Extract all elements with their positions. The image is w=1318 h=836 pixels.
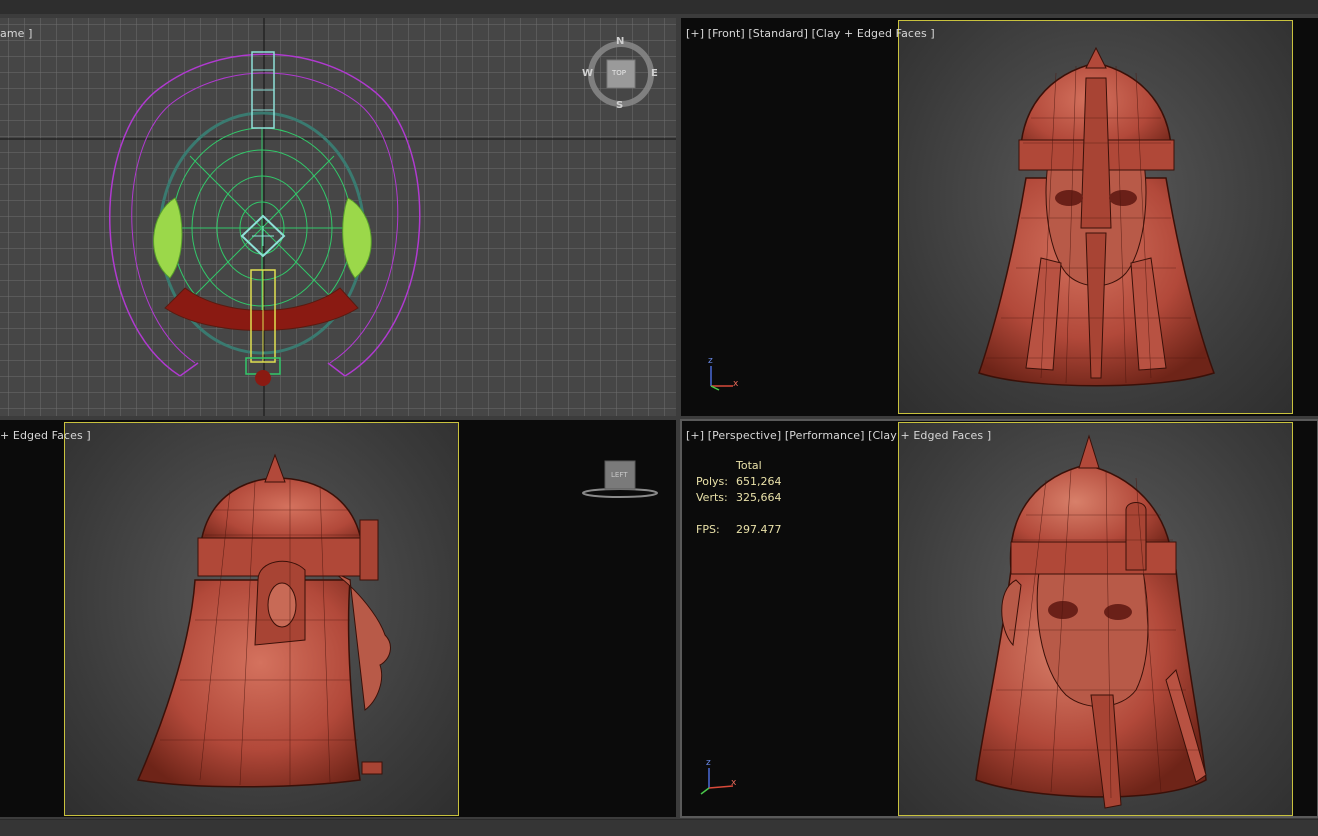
compass-e[interactable]: E (651, 68, 658, 79)
statistics-overlay: Total Polys: 651,264 Verts: 325,664 FPS: 29… (696, 458, 782, 538)
viewport-top[interactable]: ame ] N S E W TOP (0, 18, 676, 416)
viewport-front-label[interactable]: [+] [Front] [Standard] [Clay + Edged Fac… (686, 27, 935, 40)
viewcube-face-top[interactable]: TOP (612, 69, 626, 77)
viewport-left-label[interactable]: + Edged Faces ] (0, 429, 91, 442)
persp-axis-x: x (731, 778, 737, 788)
left-safe-frame (64, 422, 459, 816)
fps-label: FPS: (696, 523, 720, 536)
viewport-perspective-label[interactable]: [+] [Perspective] [Performance] [Clay + … (686, 429, 991, 442)
compass-n[interactable]: N (616, 36, 624, 47)
viewcube-face-left[interactable]: LEFT (611, 471, 628, 479)
stats-header: Total (736, 459, 762, 472)
axis-tripod-perspective (700, 768, 734, 795)
bottom-status-strip (0, 819, 1318, 836)
front-safe-frame (898, 20, 1293, 414)
compass-w[interactable]: W (582, 68, 593, 79)
front-axis-x: x (733, 379, 739, 389)
viewport-left[interactable]: + Edged Faces ] LEFT (0, 420, 676, 817)
compass-s[interactable]: S (616, 100, 623, 111)
viewport-top-label[interactable]: ame ] (0, 27, 33, 40)
viewport-perspective[interactable]: [+] [Perspective] [Performance] [Clay + … (680, 419, 1318, 818)
top-toolbar-strip (0, 0, 1318, 14)
persp-axis-z: z (706, 758, 711, 768)
viewcube-top[interactable]: N S E W TOP (582, 36, 660, 114)
verts-label: Verts: (696, 491, 728, 504)
polys-label: Polys: (696, 475, 728, 488)
viewcube-left[interactable]: LEFT (580, 460, 660, 500)
verts-value: 325,664 (736, 491, 782, 504)
fps-value: 297.477 (736, 523, 782, 536)
perspective-safe-frame (898, 422, 1293, 816)
axis-tripod-front (710, 366, 733, 391)
front-axis-z: z (708, 356, 713, 366)
top-grid (0, 18, 676, 416)
polys-value: 651,264 (736, 475, 782, 488)
viewport-front[interactable]: [+] [Front] [Standard] [Clay + Edged Fac… (681, 18, 1318, 416)
